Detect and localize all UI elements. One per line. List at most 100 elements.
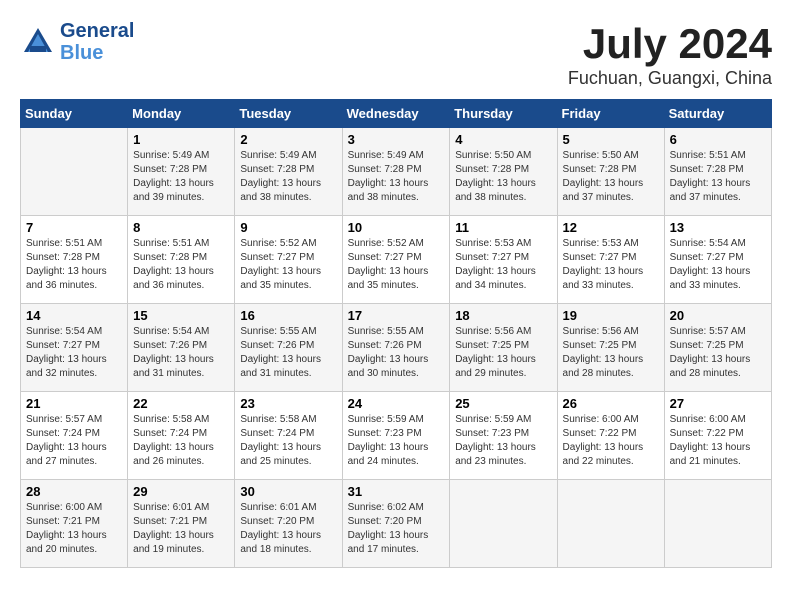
month-title: July 2024 [568, 20, 772, 68]
calendar-cell: 12 Sunrise: 5:53 AM Sunset: 7:27 PM Dayli… [557, 216, 664, 304]
calendar-cell: 6 Sunrise: 5:51 AM Sunset: 7:28 PM Daylig… [664, 128, 771, 216]
day-number: 28 [26, 484, 122, 499]
day-info: Sunrise: 5:59 AM Sunset: 7:23 PM Dayligh… [455, 413, 551, 469]
calendar-cell: 2 Sunrise: 5:49 AM Sunset: 7:28 PM Daylig… [235, 128, 342, 216]
day-info: Sunrise: 5:59 AM Sunset: 7:23 PM Dayligh… [348, 413, 445, 469]
day-info: Sunrise: 5:55 AM Sunset: 7:26 PM Dayligh… [240, 325, 336, 381]
calendar-cell: 11Sunrise: 5:53 AM Sunset: 7:27 PM Dayli… [450, 216, 557, 304]
day-info: Sunrise: 5:58 AM Sunset: 7:24 PM Dayligh… [240, 413, 336, 469]
day-number: 2 [240, 132, 336, 147]
week-row-1: 1Sunrise: 5:49 AM Sunset: 7:28 PM Daylig… [21, 128, 772, 216]
weekday-saturday: Saturday [664, 100, 771, 128]
day-number: 11 [455, 220, 551, 235]
day-number: 21 [26, 396, 122, 411]
day-number: 20 [670, 308, 766, 323]
day-info: Sunrise: 5:51 AM Sunset: 7:28 PM Dayligh… [670, 149, 766, 205]
day-info: Sunrise: 5:57 AM Sunset: 7:25 PM Dayligh… [670, 325, 766, 381]
calendar-cell: 24Sunrise: 5:59 AM Sunset: 7:23 PM Dayli… [342, 392, 450, 480]
calendar-cell: 5Sunrise: 5:50 AM Sunset: 7:28 PM Daylig… [557, 128, 664, 216]
calendar-cell: 4 Sunrise: 5:50 AM Sunset: 7:28 PM Daylig… [450, 128, 557, 216]
calendar-cell: 18 Sunrise: 5:56 AM Sunset: 7:25 PM Dayli… [450, 304, 557, 392]
day-number: 4 [455, 132, 551, 147]
day-number: 7 [26, 220, 122, 235]
calendar-cell: 13 Sunrise: 5:54 AM Sunset: 7:27 PM Dayli… [664, 216, 771, 304]
calendar-cell: 3 Sunrise: 5:49 AM Sunset: 7:28 PM Daylig… [342, 128, 450, 216]
day-info: Sunrise: 6:01 AM Sunset: 7:20 PM Dayligh… [240, 501, 336, 557]
calendar-cell [557, 480, 664, 568]
week-row-4: 21 Sunrise: 5:57 AM Sunset: 7:24 PM Dayli… [21, 392, 772, 480]
calendar-cell: 7 Sunrise: 5:51 AM Sunset: 7:28 PM Daylig… [21, 216, 128, 304]
day-info: Sunrise: 5:54 AM Sunset: 7:27 PM Dayligh… [670, 237, 766, 293]
calendar-cell: 14 Sunrise: 5:54 AM Sunset: 7:27 PM Dayli… [21, 304, 128, 392]
day-info: Sunrise: 5:51 AM Sunset: 7:28 PM Dayligh… [26, 237, 122, 293]
day-number: 6 [670, 132, 766, 147]
day-number: 25 [455, 396, 551, 411]
day-info: Sunrise: 5:56 AM Sunset: 7:25 PM Dayligh… [455, 325, 551, 381]
day-info: Sunrise: 5:49 AM Sunset: 7:28 PM Dayligh… [348, 149, 445, 205]
calendar-cell [21, 128, 128, 216]
day-number: 31 [348, 484, 445, 499]
day-info: Sunrise: 6:00 AM Sunset: 7:22 PM Dayligh… [563, 413, 659, 469]
day-info: Sunrise: 5:58 AM Sunset: 7:24 PM Dayligh… [133, 413, 229, 469]
calendar-cell: 8Sunrise: 5:51 AM Sunset: 7:28 PM Daylig… [128, 216, 235, 304]
week-row-5: 28 Sunrise: 6:00 AM Sunset: 7:21 PM Dayli… [21, 480, 772, 568]
day-info: Sunrise: 5:55 AM Sunset: 7:26 PM Dayligh… [348, 325, 445, 381]
day-number: 14 [26, 308, 122, 323]
calendar-cell: 25 Sunrise: 5:59 AM Sunset: 7:23 PM Dayli… [450, 392, 557, 480]
day-info: Sunrise: 5:52 AM Sunset: 7:27 PM Dayligh… [240, 237, 336, 293]
day-number: 22 [133, 396, 229, 411]
weekday-wednesday: Wednesday [342, 100, 450, 128]
day-info: Sunrise: 5:57 AM Sunset: 7:24 PM Dayligh… [26, 413, 122, 469]
calendar-cell: 21 Sunrise: 5:57 AM Sunset: 7:24 PM Dayli… [21, 392, 128, 480]
day-number: 26 [563, 396, 659, 411]
week-row-2: 7 Sunrise: 5:51 AM Sunset: 7:28 PM Daylig… [21, 216, 772, 304]
day-number: 17 [348, 308, 445, 323]
calendar-cell: 23 Sunrise: 5:58 AM Sunset: 7:24 PM Dayli… [235, 392, 342, 480]
day-info: Sunrise: 6:01 AM Sunset: 7:21 PM Dayligh… [133, 501, 229, 557]
calendar-cell: 28 Sunrise: 6:00 AM Sunset: 7:21 PM Dayli… [21, 480, 128, 568]
week-row-3: 14 Sunrise: 5:54 AM Sunset: 7:27 PM Dayli… [21, 304, 772, 392]
day-number: 16 [240, 308, 336, 323]
title-block: July 2024 Fuchuan, Guangxi, China [568, 20, 772, 89]
day-number: 9 [240, 220, 336, 235]
weekday-sunday: Sunday [21, 100, 128, 128]
day-number: 15 [133, 308, 229, 323]
location-title: Fuchuan, Guangxi, China [568, 68, 772, 89]
day-number: 12 [563, 220, 659, 235]
day-info: Sunrise: 5:54 AM Sunset: 7:27 PM Dayligh… [26, 325, 122, 381]
day-number: 27 [670, 396, 766, 411]
calendar-cell: 20 Sunrise: 5:57 AM Sunset: 7:25 PM Dayli… [664, 304, 771, 392]
calendar-cell: 29 Sunrise: 6:01 AM Sunset: 7:21 PM Dayli… [128, 480, 235, 568]
calendar-cell: 22 Sunrise: 5:58 AM Sunset: 7:24 PM Dayli… [128, 392, 235, 480]
day-info: Sunrise: 5:49 AM Sunset: 7:28 PM Dayligh… [240, 149, 336, 205]
day-info: Sunrise: 5:54 AM Sunset: 7:26 PM Dayligh… [133, 325, 229, 381]
day-info: Sunrise: 5:49 AM Sunset: 7:28 PM Dayligh… [133, 149, 229, 205]
day-number: 23 [240, 396, 336, 411]
day-number: 8 [133, 220, 229, 235]
day-info: Sunrise: 5:52 AM Sunset: 7:27 PM Dayligh… [348, 237, 445, 293]
calendar-cell: 26 Sunrise: 6:00 AM Sunset: 7:22 PM Dayli… [557, 392, 664, 480]
day-info: Sunrise: 6:02 AM Sunset: 7:20 PM Dayligh… [348, 501, 445, 557]
calendar-cell [664, 480, 771, 568]
calendar-cell: 9 Sunrise: 5:52 AM Sunset: 7:27 PM Daylig… [235, 216, 342, 304]
day-number: 18 [455, 308, 551, 323]
logo-text-line1: General [60, 20, 134, 42]
weekday-friday: Friday [557, 100, 664, 128]
day-number: 13 [670, 220, 766, 235]
weekday-header-row: SundayMondayTuesdayWednesdayThursdayFrid… [21, 100, 772, 128]
calendar-cell: 30Sunrise: 6:01 AM Sunset: 7:20 PM Dayli… [235, 480, 342, 568]
day-info: Sunrise: 6:00 AM Sunset: 7:21 PM Dayligh… [26, 501, 122, 557]
calendar-cell: 1Sunrise: 5:49 AM Sunset: 7:28 PM Daylig… [128, 128, 235, 216]
logo-text-line2: Blue [60, 42, 134, 64]
calendar-cell: 10Sunrise: 5:52 AM Sunset: 7:27 PM Dayli… [342, 216, 450, 304]
day-number: 5 [563, 132, 659, 147]
page-header: General Blue July 2024 Fuchuan, Guangxi,… [20, 20, 772, 89]
logo-icon [20, 24, 56, 60]
weekday-tuesday: Tuesday [235, 100, 342, 128]
day-number: 29 [133, 484, 229, 499]
day-info: Sunrise: 5:56 AM Sunset: 7:25 PM Dayligh… [563, 325, 659, 381]
calendar-cell [450, 480, 557, 568]
day-info: Sunrise: 5:50 AM Sunset: 7:28 PM Dayligh… [455, 149, 551, 205]
day-number: 3 [348, 132, 445, 147]
day-info: Sunrise: 5:53 AM Sunset: 7:27 PM Dayligh… [563, 237, 659, 293]
